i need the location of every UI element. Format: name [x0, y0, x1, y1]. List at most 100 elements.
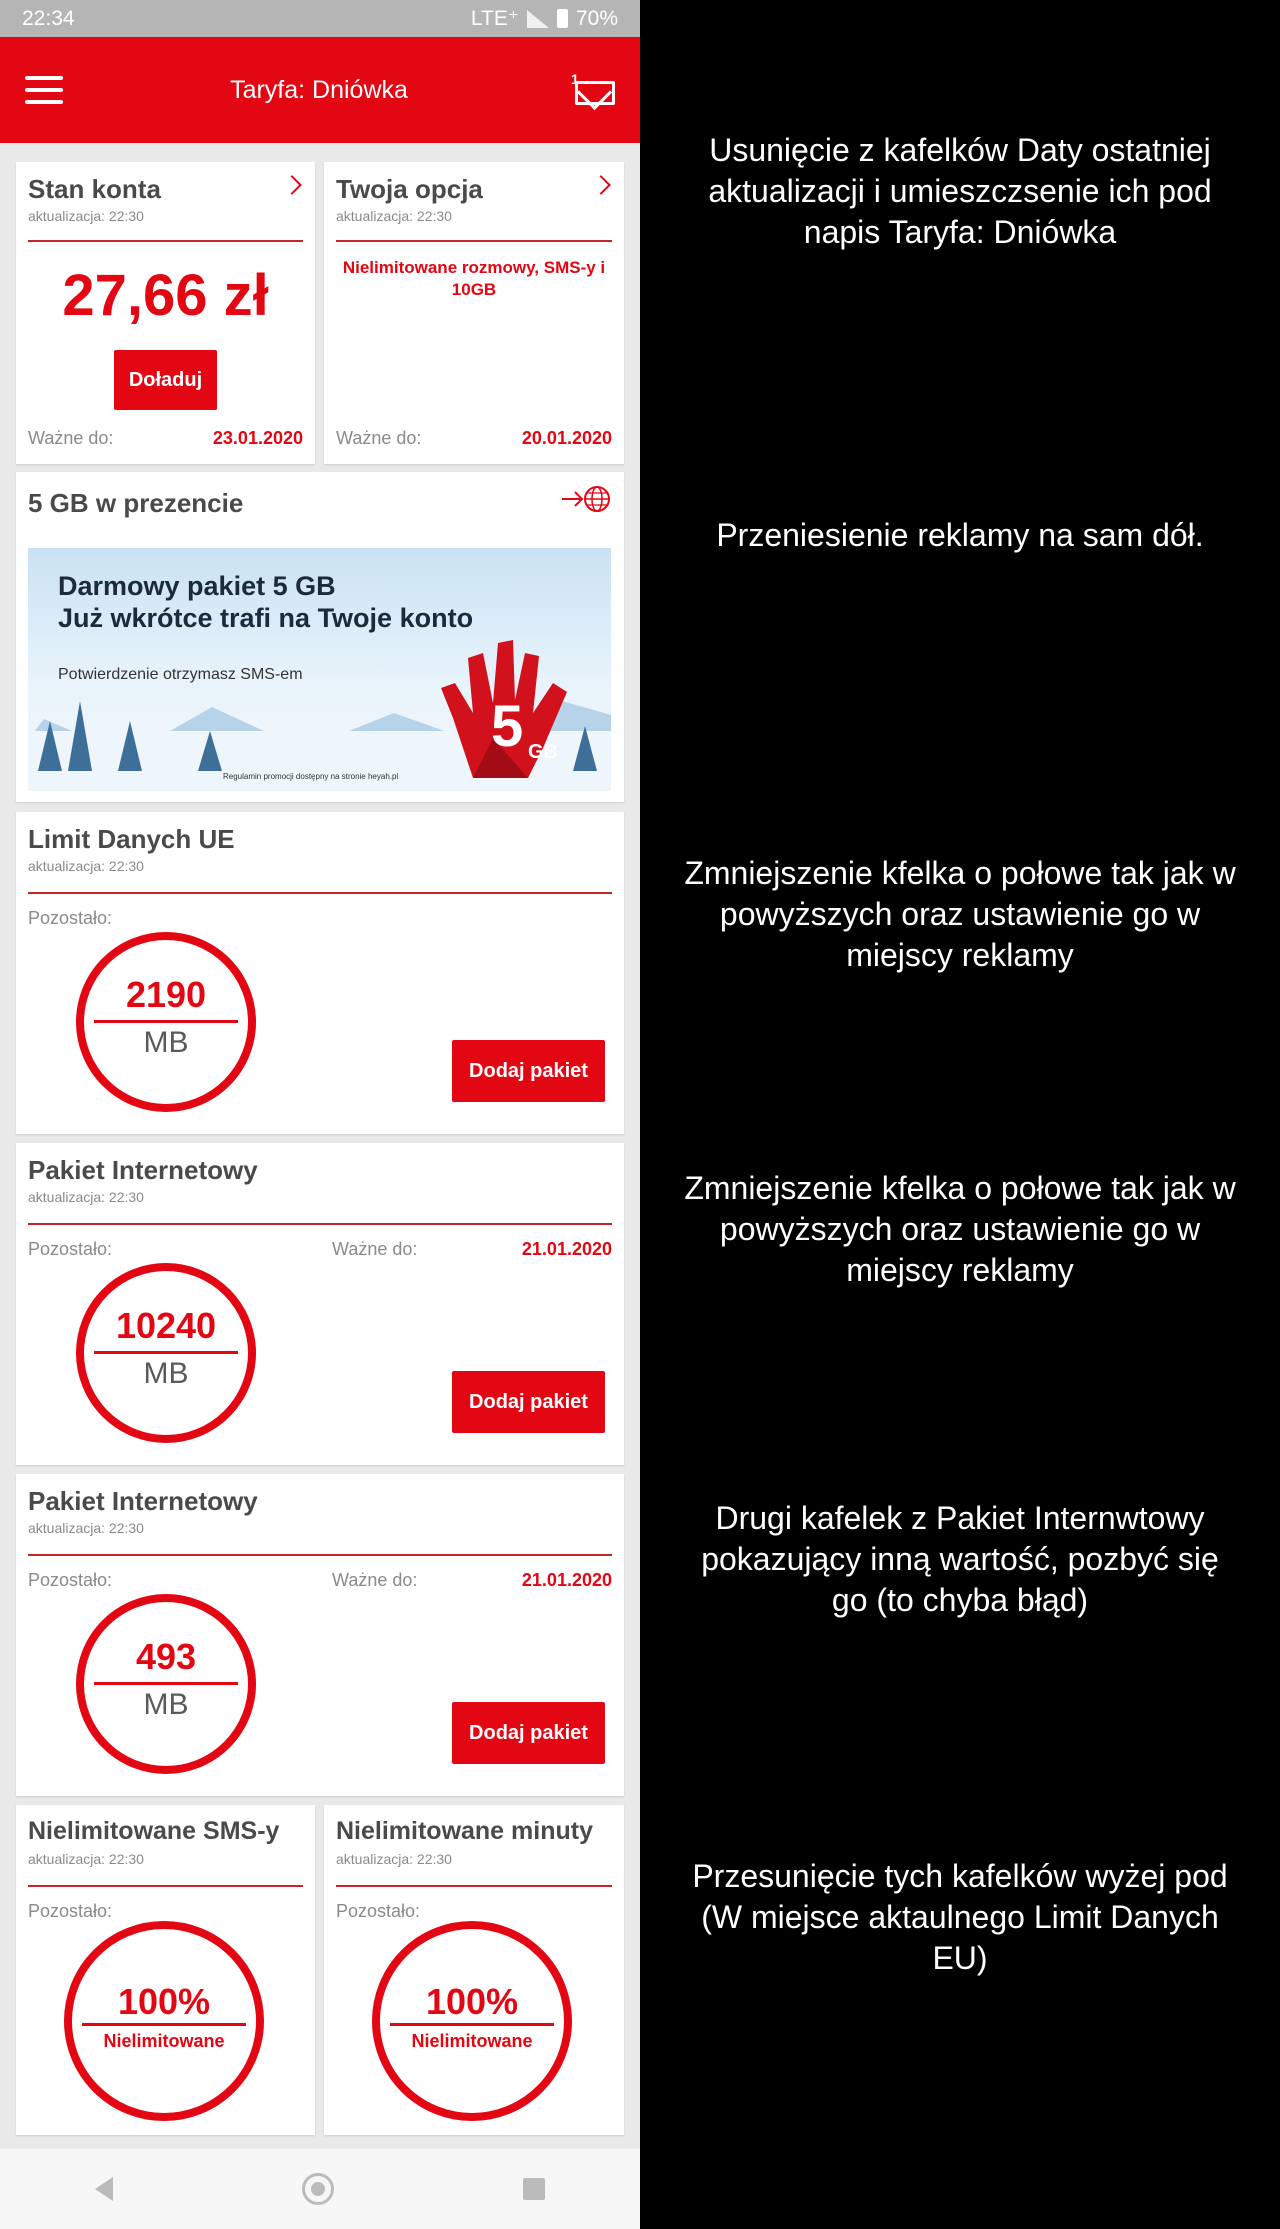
promo-fine-print: Regulamin promocji dostępny na stronie h… — [223, 772, 399, 781]
annotation-note: Przesunięcie tych kafelków wyżej pod (W … — [692, 1858, 1228, 1976]
add-package-button[interactable]: Dodaj pakiet — [452, 1040, 605, 1102]
battery-level: 70% — [575, 6, 618, 30]
valid-date: 21.01.2020 — [521, 1239, 612, 1259]
valid-label: Ważne do: — [332, 1239, 418, 1259]
remaining-unit: MB — [143, 1688, 189, 1721]
remaining-ring: 493 MB — [76, 1594, 256, 1774]
unlimited-sms-card[interactable]: Nielimitowane SMS-y aktualizacja: 22:30 … — [16, 1805, 315, 2135]
mail-icon[interactable]: 1 — [571, 71, 615, 105]
promo-headline-line2: Już wkrótce trafi na Twoje konto — [58, 603, 474, 633]
tree-icon — [38, 721, 62, 771]
card-title: Twoja opcja — [336, 174, 483, 204]
status-bar: 22:34 LTE⁺ 70% — [0, 0, 640, 37]
card-updated: aktualizacja: 22:30 — [28, 1189, 144, 1205]
divider — [28, 1885, 303, 1887]
card-title: Stan konta — [28, 174, 161, 204]
globe-arrow-icon[interactable] — [560, 484, 612, 514]
divider — [28, 1554, 612, 1556]
ring-divider — [390, 2023, 554, 2026]
card-updated: aktualizacja: 22:30 — [28, 208, 144, 224]
card-updated: aktualizacja: 22:30 — [28, 1851, 144, 1867]
remaining-value: 10240 — [115, 1305, 217, 1346]
tree-icon — [68, 701, 92, 771]
card-updated: aktualizacja: 22:30 — [28, 1520, 144, 1536]
card-updated: aktualizacja: 22:30 — [28, 858, 144, 874]
divider — [28, 1223, 612, 1225]
promo-headline-line1: Darmowy pakiet 5 GB — [58, 571, 336, 601]
valid-date: 23.01.2020 — [212, 428, 303, 448]
promo-headline: Darmowy pakiet 5 GB Już wkrótce trafi na… — [58, 570, 473, 634]
network-type: LTE⁺ — [470, 7, 519, 30]
card-updated: aktualizacja: 22:30 — [336, 1851, 452, 1867]
valid-label: Ważne do: — [28, 428, 114, 448]
internet-package-card[interactable]: Pakiet Internetowy aktualizacja: 22:30 P… — [16, 1474, 624, 1796]
remaining-ring: 2190 MB — [76, 932, 256, 1112]
remaining-label: Pozostało: — [28, 908, 113, 928]
hand-icon: 5 GB — [441, 640, 567, 778]
app-bar: Taryfa: Dniówka 1 — [0, 37, 640, 143]
tree-icon — [118, 721, 142, 771]
remaining-ring: 10240 MB — [76, 1263, 256, 1443]
internet-package-card[interactable]: Pakiet Internetowy aktualizacja: 22:30 P… — [16, 1143, 624, 1465]
remaining-unit: MB — [143, 1357, 189, 1390]
remaining-unit: Nielimitowane — [103, 2031, 225, 2051]
chevron-right-icon[interactable] — [282, 175, 302, 195]
promo-banner[interactable]: Darmowy pakiet 5 GB Już wkrótce trafi na… — [28, 548, 611, 791]
divider — [28, 240, 303, 242]
unlimited-minutes-card[interactable]: Nielimitowane minuty aktualizacja: 22:30… — [324, 1805, 624, 2135]
card-title: Pakiet Internetowy — [28, 1486, 258, 1516]
badge-unit: GB — [528, 741, 558, 763]
valid-date: 21.01.2020 — [521, 1570, 612, 1590]
annotation-note: Usunięcie z kafelków Daty ostatniej aktu… — [708, 132, 1212, 250]
valid-date: 20.01.2020 — [521, 428, 612, 448]
annotation-note: Przeniesienie reklamy na sam dół. — [716, 517, 1204, 553]
promo-body: Potwierdzenie otrzymasz SMS-em — [58, 666, 303, 683]
status-icons: LTE⁺ 70% — [471, 6, 618, 31]
back-icon[interactable] — [94, 2177, 113, 2201]
phone-screen: 22:34 LTE⁺ 70% Taryfa: Dniówka 1 Stan ko… — [0, 0, 640, 2229]
option-card[interactable]: Twoja opcja aktualizacja: 22:30 Nielimit… — [324, 162, 624, 464]
envelope-shape — [574, 81, 615, 105]
chevron-right-icon[interactable] — [591, 175, 611, 195]
account-card[interactable]: Stan konta aktualizacja: 22:30 27,66 zł … — [16, 162, 315, 464]
remaining-label: Pozostało: — [28, 1239, 113, 1259]
topup-button[interactable]: Doładuj — [114, 350, 217, 410]
balance-amount: 27,66 zł — [62, 263, 269, 328]
recents-icon[interactable] — [523, 2178, 546, 2200]
annotation-note: Drugi kafelek z Pakiet Internwtowy pokaz… — [701, 1500, 1219, 1618]
ring-divider — [82, 2023, 246, 2026]
ring-divider — [94, 1682, 238, 1685]
remaining-ring: 100% Nielimitowane — [372, 1921, 572, 2121]
add-package-button[interactable]: Dodaj pakiet — [452, 1371, 605, 1433]
card-title: Pakiet Internetowy — [28, 1155, 258, 1185]
badge-number: 5 — [491, 694, 523, 759]
remaining-value: 100% — [117, 1981, 211, 2022]
remaining-unit: MB — [143, 1026, 189, 1059]
card-title: Nielimitowane minuty — [336, 1817, 593, 1845]
remaining-ring: 100% Nielimitowane — [64, 1921, 264, 2121]
home-icon[interactable] — [301, 2173, 334, 2205]
remaining-label: Pozostało: — [28, 1901, 113, 1921]
signal-icon — [526, 9, 549, 28]
hamburger-icon[interactable] — [25, 76, 63, 104]
divider — [336, 240, 612, 242]
remaining-unit: Nielimitowane — [411, 2031, 533, 2051]
divider — [28, 892, 612, 894]
card-title: Nielimitowane SMS-y — [28, 1817, 280, 1845]
remaining-label: Pozostało: — [336, 1901, 421, 1921]
add-package-button[interactable]: Dodaj pakiet — [452, 1702, 605, 1764]
valid-label: Ważne do: — [332, 1570, 418, 1590]
navigation-bar — [0, 2149, 640, 2229]
option-description: Nielimitowane rozmowy, SMS-y i 10GB — [342, 258, 606, 299]
ring-divider — [94, 1020, 238, 1023]
battery-icon — [556, 9, 568, 28]
divider — [336, 1885, 612, 1887]
ring-divider — [94, 1351, 238, 1354]
annotation-note: Zmniejszenie kfelka o połowe tak jak w p… — [684, 1170, 1236, 1288]
valid-label: Ważne do: — [336, 428, 422, 448]
eu-data-card[interactable]: Limit Danych UE aktualizacja: 22:30 Pozo… — [16, 812, 624, 1134]
card-title: Limit Danych UE — [28, 824, 235, 854]
annotation-note: Zmniejszenie kfelka o połowe tak jak w p… — [684, 855, 1236, 973]
tree-icon — [198, 731, 222, 771]
card-title: 5 GB w prezencie — [28, 488, 244, 518]
